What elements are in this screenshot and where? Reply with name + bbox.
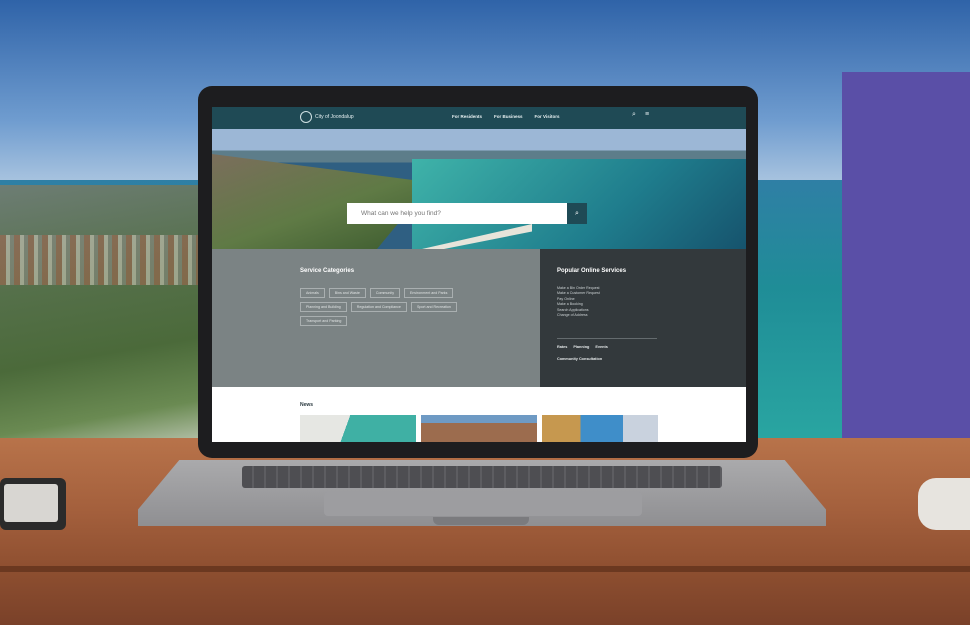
category-chip[interactable]: Animals	[300, 288, 325, 298]
category-chip[interactable]: Community	[369, 288, 401, 298]
quick-link[interactable]: Rates	[557, 345, 567, 349]
purple-panel	[842, 72, 970, 440]
popular-services-title[interactable]: Popular Online Services	[557, 268, 626, 274]
header-icons: ⌕ ≡	[632, 111, 652, 118]
main-nav: For Residents For Business For Visitors	[452, 114, 559, 119]
quick-link[interactable]: Events	[595, 345, 607, 349]
community-consultation-link[interactable]: Community Consultation	[557, 357, 602, 361]
category-chip[interactable]: Transport and Parking	[300, 316, 348, 326]
search-button[interactable]: ⌕	[567, 203, 587, 224]
laptop-screen: City of Joondalup For Residents For Busi…	[212, 107, 746, 442]
hero-land-image	[212, 154, 432, 249]
site-header: City of Joondalup For Residents For Busi…	[212, 107, 746, 129]
news-thumbnail[interactable]	[421, 415, 537, 442]
news-thumbnail[interactable]	[542, 415, 658, 442]
news-title[interactable]: News	[300, 402, 313, 408]
phone-device	[0, 478, 66, 530]
nav-link-residents[interactable]: For Residents	[452, 114, 482, 119]
category-chip[interactable]: Planning and Building	[300, 302, 347, 312]
quick-links: Rates Planning Events	[557, 345, 608, 349]
mouse-device	[918, 478, 970, 530]
news-section: News	[212, 387, 746, 442]
nav-link-visitors[interactable]: For Visitors	[535, 114, 560, 119]
nav-link-business[interactable]: For Business	[494, 114, 523, 119]
service-categories-panel: Service Categories Animals Bins and Wast…	[212, 249, 540, 387]
laptop-notch	[433, 517, 529, 525]
popular-services-panel: Popular Online Services Make a Bin Order…	[540, 249, 746, 387]
quick-link[interactable]: Planning	[573, 345, 589, 349]
background-scene: City of Joondalup For Residents For Busi…	[0, 0, 970, 625]
logo-text: City of Joondalup	[315, 113, 354, 120]
category-chip[interactable]: Bins and Waste	[328, 288, 366, 298]
laptop-keyboard	[242, 466, 722, 488]
category-chip[interactable]: Sport and Recreation	[410, 302, 457, 312]
category-chip[interactable]: Environment and Parks	[404, 288, 454, 298]
news-thumbnail[interactable]	[300, 415, 416, 442]
laptop-trackpad[interactable]	[324, 492, 642, 516]
search-icon: ⌕	[575, 209, 579, 217]
list-item[interactable]: Change of Address	[557, 313, 717, 318]
search-icon[interactable]: ⌕	[632, 111, 639, 118]
divider	[557, 338, 657, 339]
search-input[interactable]	[347, 209, 567, 218]
popular-services-list: Make a Bin Order Request Make a Customer…	[557, 286, 717, 318]
site-logo[interactable]: City of Joondalup	[300, 111, 355, 123]
service-categories-title: Service Categories	[300, 268, 355, 274]
hero-banner: ⌕	[212, 129, 746, 249]
category-chip[interactable]: Regulation and Compliance	[350, 302, 407, 312]
search-bar: ⌕	[347, 203, 587, 224]
city-logo-icon	[300, 111, 312, 123]
category-chips: Animals Bins and Waste Community Environ…	[300, 288, 500, 326]
menu-icon[interactable]: ≡	[645, 111, 652, 118]
